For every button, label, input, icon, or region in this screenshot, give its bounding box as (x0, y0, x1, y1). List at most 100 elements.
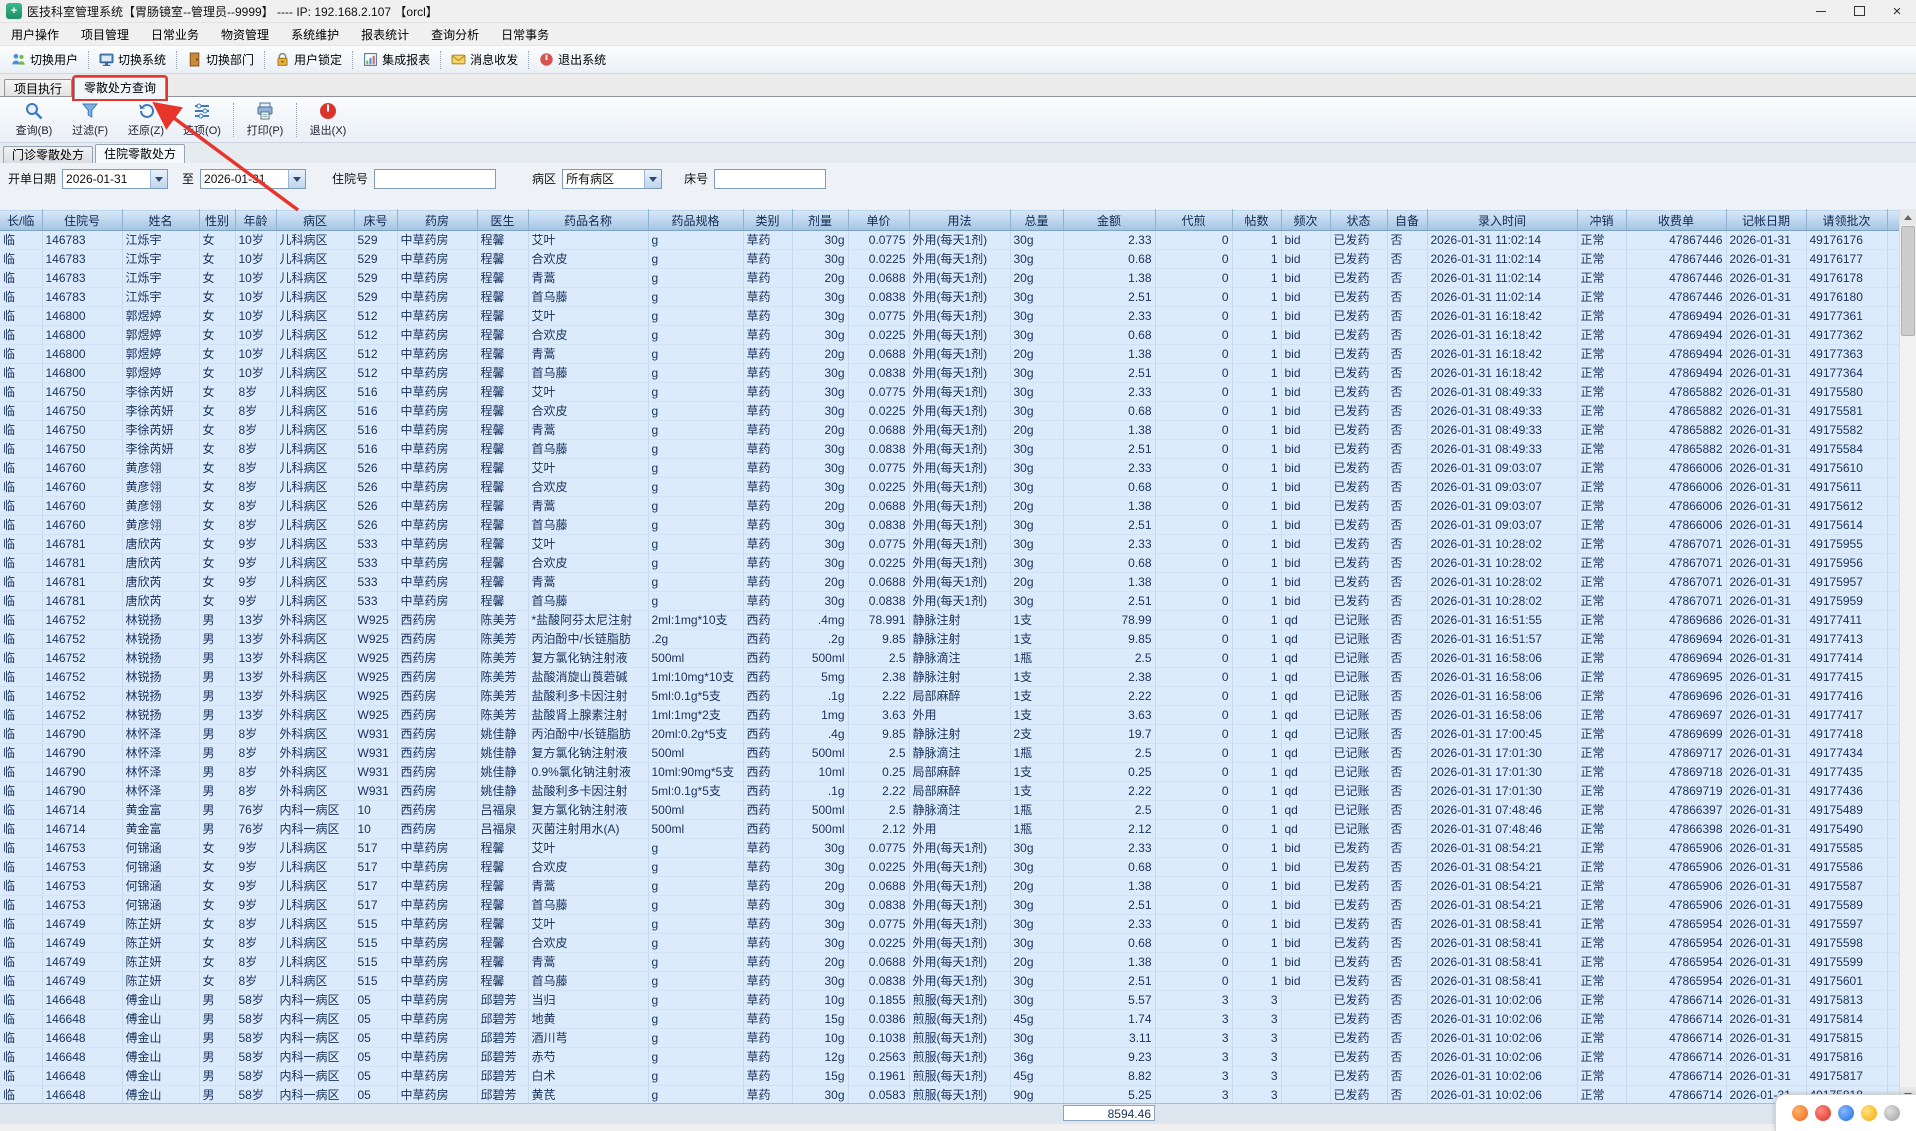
menu-system-maintenance[interactable]: 系统维护 (280, 23, 350, 45)
table-row[interactable]: 临 146752 林锐扬男 13岁 外科病区 W925 西药房 陈美芳 盐酸利多卡因注射 5ml:… (0, 686, 1900, 706)
tab-outpatient-prescriptions[interactable]: 门诊零散处方 (3, 146, 94, 163)
menu-daily-business[interactable]: 日常业务 (140, 23, 210, 45)
table-row[interactable]: 临 146648 傅金山男 58岁 内科一病区 05 中草药房 邱碧芳 酒川芎 g 草药 10g 0.1… (0, 1028, 1900, 1048)
user-lock-button[interactable]: 用户锁定 (268, 49, 349, 70)
dock-app-gray-icon[interactable] (1884, 1105, 1900, 1121)
table-row[interactable]: 临 146648 傅金山男 58岁 内科一病区 05 中草药房 邱碧芳 当归 g 草药 10g 0.18… (0, 990, 1900, 1010)
column-header[interactable]: 姓名 (122, 209, 200, 231)
column-header[interactable]: 冲销 (1577, 209, 1627, 231)
switch-department-button[interactable]: 切换部门 (180, 49, 261, 70)
table-row[interactable]: 临 146752 林锐扬男 13岁 外科病区 W925 西药房 陈美芳 复方氯化钠注射液 500m… (0, 648, 1900, 668)
chevron-down-icon[interactable] (288, 170, 306, 188)
column-header[interactable]: 医生 (477, 209, 529, 231)
table-row[interactable]: 临 146753 何锦涵女 9岁 儿科病区 517 中草药房 程馨 首乌藤 g 草药 30g 0.083… (0, 895, 1900, 915)
menu-daily-affairs[interactable]: 日常事务 (490, 23, 560, 45)
column-header[interactable]: 记帐日期 (1726, 209, 1807, 231)
table-row[interactable]: 临 146648 傅金山男 58岁 内科一病区 05 中草药房 邱碧芳 白术 g 草药 15g 0.19… (0, 1066, 1900, 1086)
scroll-up-button[interactable] (1900, 209, 1916, 225)
exit-button[interactable]: 退出(X) (300, 100, 356, 140)
table-row[interactable]: 临 146749 陈芷妍女 8岁 儿科病区 515 中草药房 程馨 合欢皮 g 草药 30g 0.022… (0, 933, 1900, 953)
chevron-down-icon[interactable] (644, 170, 662, 188)
tab-scattered-prescription-query[interactable]: 零散处方查询 (72, 75, 169, 101)
table-row[interactable]: 临 146749 陈芷妍女 8岁 儿科病区 515 中草药房 程馨 艾叶 g 草药 30g 0.0775… (0, 914, 1900, 934)
dock-app-orange-icon[interactable] (1792, 1105, 1808, 1121)
table-row[interactable]: 临 146760 黄彦翎女 8岁 儿科病区 526 中草药房 程馨 合欢皮 g 草药 30g 0.022… (0, 477, 1900, 497)
column-header[interactable]: 收费单 (1626, 209, 1727, 231)
column-header[interactable]: 床号 (354, 209, 398, 231)
column-header[interactable]: 金额 (1063, 209, 1156, 231)
column-header[interactable]: 类别 (743, 209, 793, 231)
column-header[interactable]: 频次 (1281, 209, 1331, 231)
table-row[interactable]: 临 146783 江烁宇女 10岁 儿科病区 529 中草药房 程馨 艾叶 g 草药 30g 0.077… (0, 230, 1900, 250)
table-row[interactable]: 临 146790 林怀泽男 8岁 外科病区 W931 西药房 姚佳静 盐酸利多卡因注射 5ml:0… (0, 781, 1900, 801)
dock-app-red-icon[interactable] (1815, 1105, 1831, 1121)
close-button[interactable]: × (1878, 0, 1916, 22)
table-row[interactable]: 临 146753 何锦涵女 9岁 儿科病区 517 中草药房 程馨 艾叶 g 草药 30g 0.0775… (0, 838, 1900, 858)
column-header[interactable]: 总量 (1010, 209, 1064, 231)
switch-user-button[interactable]: 切换用户 (4, 49, 85, 70)
table-row[interactable]: 临 146648 傅金山男 58岁 内科一病区 05 中草药房 邱碧芳 赤芍 g 草药 12g 0.25… (0, 1047, 1900, 1067)
table-row[interactable]: 临 146783 江烁宇女 10岁 儿科病区 529 中草药房 程馨 青蒿 g 草药 20g 0.068… (0, 268, 1900, 288)
table-row[interactable]: 临 146781 唐欣芮女 9岁 儿科病区 533 中草药房 程馨 艾叶 g 草药 30g 0.0775… (0, 534, 1900, 554)
ward-combo[interactable]: 所有病区 (562, 169, 663, 189)
table-row[interactable]: 临 146752 林锐扬男 13岁 外科病区 W925 西药房 陈美芳 丙泊酚中/长链脂肪 .2g… (0, 629, 1900, 649)
table-row[interactable]: 临 146800 郭煜婷女 10岁 儿科病区 512 中草药房 程馨 艾叶 g 草药 30g 0.077… (0, 306, 1900, 326)
maximize-button[interactable] (1840, 0, 1878, 22)
menu-material-management[interactable]: 物资管理 (210, 23, 280, 45)
column-header[interactable]: 代煎 (1155, 209, 1233, 231)
menu-user-operations[interactable]: 用户操作 (0, 23, 70, 45)
tab-inpatient-prescriptions[interactable]: 住院零散处方 (95, 144, 186, 163)
column-header[interactable]: 药品名称 (528, 209, 649, 231)
table-row[interactable]: 临 146648 傅金山男 58岁 内科一病区 05 中草药房 邱碧芳 黄芪 g 草药 30g 0.05… (0, 1085, 1900, 1105)
minimize-button[interactable] (1802, 0, 1840, 22)
restore-button[interactable]: 还原(Z) (118, 100, 174, 140)
column-header[interactable]: 请领批次 (1806, 209, 1888, 231)
filter-button[interactable]: 过滤(F) (62, 100, 118, 140)
table-row[interactable]: 临 146783 江烁宇女 10岁 儿科病区 529 中草药房 程馨 合欢皮 g 草药 30g 0.02… (0, 249, 1900, 269)
table-row[interactable]: 临 146790 林怀泽男 8岁 外科病区 W931 西药房 姚佳静 复方氯化钠注射液 500ml… (0, 743, 1900, 763)
table-row[interactable]: 临 146749 陈芷妍女 8岁 儿科病区 515 中草药房 程馨 首乌藤 g 草药 30g 0.083… (0, 971, 1900, 991)
vertical-scrollbar[interactable] (1899, 209, 1916, 1103)
column-header[interactable]: 病区 (276, 209, 355, 231)
query-button[interactable]: 查询(B) (6, 100, 62, 140)
table-row[interactable]: 临 146750 李徐芮妍女 8岁 儿科病区 516 中草药房 程馨 青蒿 g 草药 20g 0.068… (0, 420, 1900, 440)
date-from-combo[interactable]: 2026-01-31 (62, 169, 169, 189)
column-header[interactable]: 性别 (199, 209, 236, 231)
table-row[interactable]: 临 146753 何锦涵女 9岁 儿科病区 517 中草药房 程馨 合欢皮 g 草药 30g 0.022… (0, 857, 1900, 877)
table-row[interactable]: 临 146648 傅金山男 58岁 内科一病区 05 中草药房 邱碧芳 地黄 g 草药 15g 0.03… (0, 1009, 1900, 1029)
column-header[interactable]: 长/临 (0, 209, 43, 231)
menu-project-management[interactable]: 项目管理 (70, 23, 140, 45)
table-row[interactable]: 临 146714 黄金富男 76岁 内科一病区 10 西药房 吕福泉 灭菌注射用水(A) 500m… (0, 819, 1900, 839)
table-row[interactable]: 临 146800 郭煜婷女 10岁 儿科病区 512 中草药房 程馨 合欢皮 g 草药 30g 0.02… (0, 325, 1900, 345)
table-row[interactable]: 临 146750 李徐芮妍女 8岁 儿科病区 516 中草药房 程馨 首乌藤 g 草药 30g 0.08… (0, 439, 1900, 459)
scrollbar-thumb[interactable] (1901, 226, 1915, 336)
column-header[interactable]: 剂量 (792, 209, 849, 231)
column-header[interactable]: 帖数 (1232, 209, 1282, 231)
column-header[interactable]: 年龄 (235, 209, 277, 231)
column-header[interactable]: 自备 (1387, 209, 1428, 231)
table-row[interactable]: 临 146781 唐欣芮女 9岁 儿科病区 533 中草药房 程馨 首乌藤 g 草药 30g 0.083… (0, 591, 1900, 611)
table-row[interactable]: 临 146714 黄金富男 76岁 内科一病区 10 西药房 吕福泉 复方氯化钠注射液 500ml… (0, 800, 1900, 820)
table-row[interactable]: 临 146800 郭煜婷女 10岁 儿科病区 512 中草药房 程馨 首乌藤 g 草药 30g 0.08… (0, 363, 1900, 383)
chevron-down-icon[interactable] (150, 170, 168, 188)
menu-query-analysis[interactable]: 查询分析 (420, 23, 490, 45)
table-row[interactable]: 临 146752 林锐扬男 13岁 外科病区 W925 西药房 陈美芳 盐酸肾上腺素注射 1ml:… (0, 705, 1900, 725)
date-to-combo[interactable]: 2026-01-31 (200, 169, 307, 189)
table-row[interactable]: 临 146800 郭煜婷女 10岁 儿科病区 512 中草药房 程馨 青蒿 g 草药 20g 0.068… (0, 344, 1900, 364)
table-row[interactable]: 临 146760 黄彦翎女 8岁 儿科病区 526 中草药房 程馨 首乌藤 g 草药 30g 0.083… (0, 515, 1900, 535)
message-button[interactable]: 消息收发 (444, 49, 525, 70)
print-button[interactable]: 打印(P) (237, 100, 293, 140)
table-row[interactable]: 临 146781 唐欣芮女 9岁 儿科病区 533 中草药房 程馨 青蒿 g 草药 20g 0.0688… (0, 572, 1900, 592)
bed-number-input[interactable] (714, 169, 827, 189)
column-header[interactable]: 药房 (397, 209, 478, 231)
switch-system-button[interactable]: 切换系统 (92, 49, 173, 70)
table-row[interactable]: 临 146750 李徐芮妍女 8岁 儿科病区 516 中草药房 程馨 合欢皮 g 草药 30g 0.02… (0, 401, 1900, 421)
table-row[interactable]: 临 146749 陈芷妍女 8岁 儿科病区 515 中草药房 程馨 青蒿 g 草药 20g 0.0688… (0, 952, 1900, 972)
dock-app-yellow-icon[interactable] (1861, 1105, 1877, 1121)
menu-report-statistics[interactable]: 报表统计 (350, 23, 420, 45)
table-row[interactable]: 临 146781 唐欣芮女 9岁 儿科病区 533 中草药房 程馨 合欢皮 g 草药 30g 0.022… (0, 553, 1900, 573)
column-header[interactable]: 状态 (1330, 209, 1388, 231)
table-row[interactable]: 临 146750 李徐芮妍女 8岁 儿科病区 516 中草药房 程馨 艾叶 g 草药 30g 0.077… (0, 382, 1900, 402)
exit-system-button[interactable]: 退出系统 (532, 49, 613, 70)
column-header[interactable]: 药品规格 (648, 209, 744, 231)
